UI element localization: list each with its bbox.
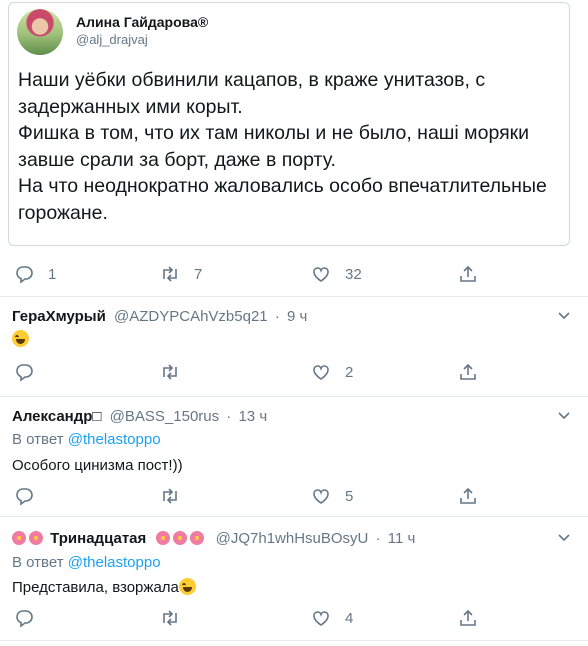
reply-tweet[interactable]: Александр□ @BASS_150rus · 13 ч В ответ @… (0, 406, 588, 516)
mention-link[interactable]: @thelastoppo (68, 431, 161, 448)
share-button[interactable] (458, 484, 478, 508)
share-button[interactable] (458, 262, 478, 286)
reply-actions: 4 (0, 606, 588, 630)
retweet-button[interactable] (160, 606, 180, 630)
more-button[interactable] (558, 408, 570, 420)
share-button[interactable] (458, 360, 478, 384)
reply-tweet[interactable]: Тринадцатая @JQ7h1whHsuBOsyU · 11 ч В от… (0, 528, 588, 638)
reply-button[interactable] (14, 484, 34, 508)
tweet-text: Наши уёбки обвинили кацапов, в краже уни… (18, 69, 547, 224)
author-avatar[interactable] (17, 9, 63, 55)
quoted-tweet-card[interactable]: Алина Гайдарова® @alj_drajvaj Наши уёбки… (8, 2, 570, 246)
like-count: 2 (345, 363, 354, 381)
divider (0, 396, 588, 397)
like-count: 32 (345, 265, 362, 283)
reply-icon (16, 488, 33, 506)
more-button[interactable] (558, 308, 570, 320)
chevron-down-icon (558, 412, 570, 420)
reply-author-handle[interactable]: @JQ7h1whHsuBOsyU (216, 530, 369, 547)
reply-actions: 2 (0, 360, 588, 384)
share-icon (460, 265, 476, 282)
reply-icon (16, 610, 33, 628)
tweet-actions: 1 7 32 (0, 262, 588, 286)
heart-icon (313, 365, 329, 380)
reply-button[interactable]: 1 (14, 262, 56, 286)
heart-icon (313, 267, 329, 282)
author-handle[interactable]: @alj_drajvaj (76, 32, 148, 47)
reply-text (12, 330, 29, 348)
like-button[interactable]: 4 (311, 606, 353, 630)
retweet-button[interactable] (160, 360, 180, 384)
reply-author-name[interactable]: Александр□ (12, 408, 102, 425)
like-button[interactable]: 5 (311, 484, 353, 508)
like-count: 5 (345, 487, 354, 505)
reply-author-handle[interactable]: @AZDYPCAhVzb5q21 (114, 308, 268, 325)
retweet-button[interactable]: 7 (160, 262, 202, 286)
reply-count: 1 (48, 265, 57, 283)
reply-header: Александр□ @BASS_150rus · 13 ч (12, 408, 268, 425)
retweet-icon (163, 610, 177, 626)
flower-icon (12, 531, 26, 545)
reply-timestamp[interactable]: 9 ч (287, 308, 307, 325)
reply-header: ГераХмурый @AZDYPCAhVzb5q21 · 9 ч (12, 308, 308, 325)
reply-author-name[interactable]: ГераХмурый (12, 308, 106, 325)
flower-icon (173, 531, 188, 545)
reply-timestamp[interactable]: 13 ч (238, 408, 267, 425)
like-button[interactable]: 32 (311, 262, 362, 286)
chevron-down-icon (558, 312, 570, 320)
share-icon (460, 487, 476, 504)
retweet-icon (163, 266, 177, 282)
like-button[interactable]: 2 (311, 360, 353, 384)
reply-actions: 5 (0, 484, 588, 508)
reply-button[interactable] (14, 360, 34, 384)
flower-icon (156, 531, 171, 545)
reply-author-handle[interactable]: @BASS_150rus (110, 408, 219, 425)
reply-text: Особого цинизма пост!)) (12, 457, 183, 474)
reply-icon (16, 364, 33, 382)
reply-button[interactable] (14, 606, 34, 630)
share-button[interactable] (458, 606, 478, 630)
in-reply-to: В ответ @thelastoppo (12, 554, 161, 571)
like-count: 4 (345, 609, 354, 627)
reply-tweet[interactable]: ГераХмурый @AZDYPCAhVzb5q21 · 9 ч 2 (0, 306, 588, 400)
reply-author-name[interactable]: Тринадцатая (50, 530, 146, 547)
flower-icon (190, 531, 205, 545)
reply-text: Представила, взоржала (12, 578, 196, 596)
retweet-count: 7 (194, 265, 203, 283)
retweet-icon (163, 364, 177, 380)
divider (0, 296, 588, 297)
divider (0, 640, 588, 641)
chevron-down-icon (558, 534, 570, 542)
reply-header: Тринадцатая @JQ7h1whHsuBOsyU · 11 ч (12, 530, 415, 547)
heart-icon (313, 611, 329, 626)
in-reply-to: В ответ @thelastoppo (12, 431, 161, 448)
share-icon (460, 363, 476, 380)
divider (0, 516, 588, 517)
reply-timestamp[interactable]: 11 ч (388, 530, 416, 547)
author-name[interactable]: Алина Гайдарова® (76, 14, 208, 30)
retweet-icon (163, 488, 177, 504)
more-button[interactable] (558, 530, 570, 542)
mention-link[interactable]: @thelastoppo (68, 554, 161, 571)
flower-icon (29, 531, 43, 545)
retweet-button[interactable] (160, 484, 180, 508)
share-icon (460, 609, 476, 626)
heart-icon (313, 489, 329, 504)
tears-of-joy-icon (178, 578, 196, 595)
tears-of-joy-icon (12, 330, 29, 347)
reply-icon (16, 266, 33, 284)
